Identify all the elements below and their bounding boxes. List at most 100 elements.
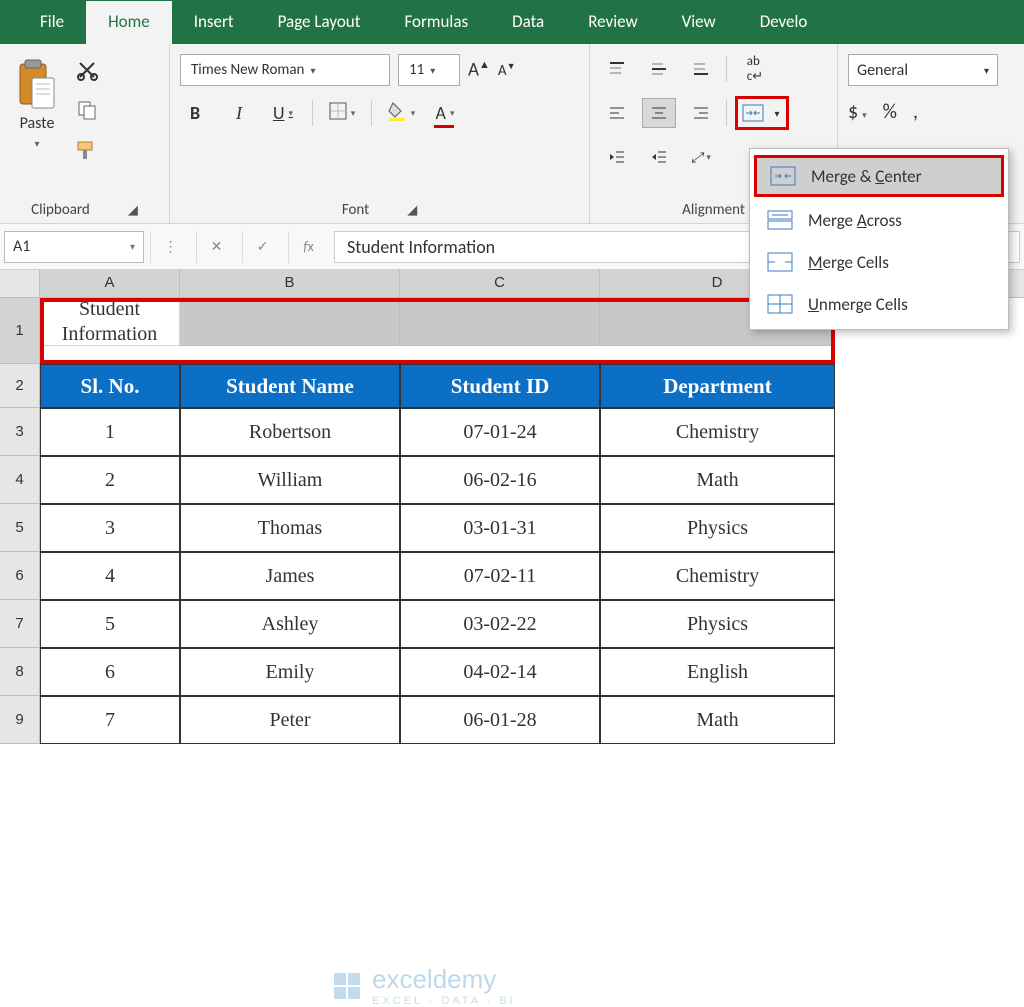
table-cell[interactable]: Emily xyxy=(180,648,400,696)
table-cell[interactable]: Robertson xyxy=(180,408,400,456)
table-cell[interactable]: 06-02-16 xyxy=(400,456,600,504)
currency-button[interactable]: $ xyxy=(848,100,867,124)
table-header-name[interactable]: Student Name xyxy=(180,364,400,408)
wrap-text-button[interactable]: abc↵ xyxy=(735,54,775,84)
table-cell[interactable]: 04-02-14 xyxy=(400,648,600,696)
increase-font-button[interactable]: A▲ xyxy=(468,58,490,81)
table-cell[interactable]: Peter xyxy=(180,696,400,744)
table-header-id[interactable]: Student ID xyxy=(400,364,600,408)
paste-button[interactable]: Paste ▾ xyxy=(10,54,64,154)
table-cell[interactable]: 2 xyxy=(40,456,180,504)
table-cell[interactable]: Physics xyxy=(600,600,835,648)
align-right-button[interactable] xyxy=(684,98,718,128)
italic-button[interactable]: I xyxy=(224,98,254,128)
row-header-8[interactable]: 8 xyxy=(0,648,40,696)
merge-center-split-button[interactable]: ▾ xyxy=(735,96,789,130)
font-dialog-launcher[interactable]: ◢ xyxy=(407,203,417,218)
font-size-combo[interactable]: 11▾ xyxy=(398,54,460,86)
table-cell[interactable]: 5 xyxy=(40,600,180,648)
clipboard-dialog-launcher[interactable]: ◢ xyxy=(128,203,138,218)
worksheet-grid[interactable]: A B C D E 1 Student Information 2 Sl. No… xyxy=(0,270,1024,744)
format-painter-button[interactable] xyxy=(72,138,102,166)
tab-insert[interactable]: Insert xyxy=(172,1,256,44)
table-cell[interactable]: 06-01-28 xyxy=(400,696,600,744)
row-header-1[interactable]: 1 xyxy=(0,298,40,364)
table-cell[interactable]: Chemistry xyxy=(600,552,835,600)
font-color-button[interactable]: A xyxy=(430,98,460,128)
tab-review[interactable]: Review xyxy=(566,1,659,44)
table-cell[interactable]: Math xyxy=(600,696,835,744)
orientation-button[interactable]: ⤢ xyxy=(684,142,718,172)
col-header-b[interactable]: B xyxy=(180,270,400,297)
merge-cells-item[interactable]: Merge Cells xyxy=(750,241,1008,283)
formula-bar-expand[interactable]: ⋮ xyxy=(150,231,190,263)
row-header-6[interactable]: 6 xyxy=(0,552,40,600)
align-center-button[interactable] xyxy=(642,98,676,128)
table-header-slno[interactable]: Sl. No. xyxy=(40,364,180,408)
col-header-a[interactable]: A xyxy=(40,270,180,297)
table-cell[interactable]: James xyxy=(180,552,400,600)
row-header-7[interactable]: 7 xyxy=(0,600,40,648)
cancel-formula-button[interactable]: ✕ xyxy=(196,231,236,263)
borders-button[interactable] xyxy=(327,98,357,128)
table-cell[interactable]: 07-01-24 xyxy=(400,408,600,456)
table-header-dept[interactable]: Department xyxy=(600,364,835,408)
table-cell[interactable]: Ashley xyxy=(180,600,400,648)
cell-c1[interactable] xyxy=(400,298,600,346)
table-cell[interactable]: 6 xyxy=(40,648,180,696)
row-header-9[interactable]: 9 xyxy=(0,696,40,744)
font-family-combo[interactable]: Times New Roman▾ xyxy=(180,54,390,86)
comma-button[interactable]: , xyxy=(913,100,918,124)
table-cell[interactable]: 1 xyxy=(40,408,180,456)
row-header-3[interactable]: 3 xyxy=(0,408,40,456)
align-top-button[interactable] xyxy=(600,54,634,84)
table-cell[interactable]: Chemistry xyxy=(600,408,835,456)
merge-dropdown-icon[interactable]: ▾ xyxy=(768,99,786,127)
copy-button[interactable] xyxy=(72,98,102,126)
row-header-2[interactable]: 2 xyxy=(0,364,40,408)
fill-color-button[interactable] xyxy=(386,98,416,128)
merge-and-center-item[interactable]: Merge & Center xyxy=(754,155,1004,197)
table-cell[interactable]: 03-02-22 xyxy=(400,600,600,648)
table-cell[interactable]: Math xyxy=(600,456,835,504)
row-header-4[interactable]: 4 xyxy=(0,456,40,504)
align-left-button[interactable] xyxy=(600,98,634,128)
row-header-5[interactable]: 5 xyxy=(0,504,40,552)
enter-formula-button[interactable]: ✓ xyxy=(242,231,282,263)
col-header-c[interactable]: C xyxy=(400,270,600,297)
number-format-combo[interactable]: General ▾ xyxy=(848,54,998,86)
table-cell[interactable]: English xyxy=(600,648,835,696)
align-middle-button[interactable] xyxy=(642,54,676,84)
decrease-indent-button[interactable] xyxy=(600,142,634,172)
table-cell[interactable]: 3 xyxy=(40,504,180,552)
tab-data[interactable]: Data xyxy=(490,1,566,44)
table-cell[interactable]: William xyxy=(180,456,400,504)
cut-button[interactable] xyxy=(72,58,102,86)
tab-formulas[interactable]: Formulas xyxy=(382,1,490,44)
align-bottom-button[interactable] xyxy=(684,54,718,84)
name-box[interactable]: A1 ▾ xyxy=(4,231,144,263)
table-cell[interactable]: 07-02-11 xyxy=(400,552,600,600)
table-cell[interactable]: 03-01-31 xyxy=(400,504,600,552)
paste-dropdown-icon[interactable]: ▾ xyxy=(34,137,39,150)
increase-indent-button[interactable] xyxy=(642,142,676,172)
underline-button[interactable]: U xyxy=(268,98,298,128)
cell-b1[interactable] xyxy=(180,298,400,346)
table-cell[interactable]: 4 xyxy=(40,552,180,600)
table-cell[interactable]: 7 xyxy=(40,696,180,744)
table-cell[interactable]: Physics xyxy=(600,504,835,552)
decrease-font-button[interactable]: A▼ xyxy=(498,61,516,80)
tab-view[interactable]: View xyxy=(660,1,738,44)
cell-a1[interactable]: Student Information xyxy=(40,298,180,346)
merge-across-item[interactable]: Merge Across xyxy=(750,199,1008,241)
tab-home[interactable]: Home xyxy=(86,1,172,44)
tab-file[interactable]: File xyxy=(18,1,86,44)
tab-page-layout[interactable]: Page Layout xyxy=(256,1,383,44)
insert-function-button[interactable]: fx xyxy=(288,231,328,263)
unmerge-cells-item[interactable]: Unmerge Cells xyxy=(750,283,1008,325)
percent-button[interactable]: % xyxy=(883,100,897,124)
bold-button[interactable]: B xyxy=(180,98,210,128)
select-all-corner[interactable] xyxy=(0,270,40,297)
tab-developer[interactable]: Develo xyxy=(738,1,830,44)
table-cell[interactable]: Thomas xyxy=(180,504,400,552)
